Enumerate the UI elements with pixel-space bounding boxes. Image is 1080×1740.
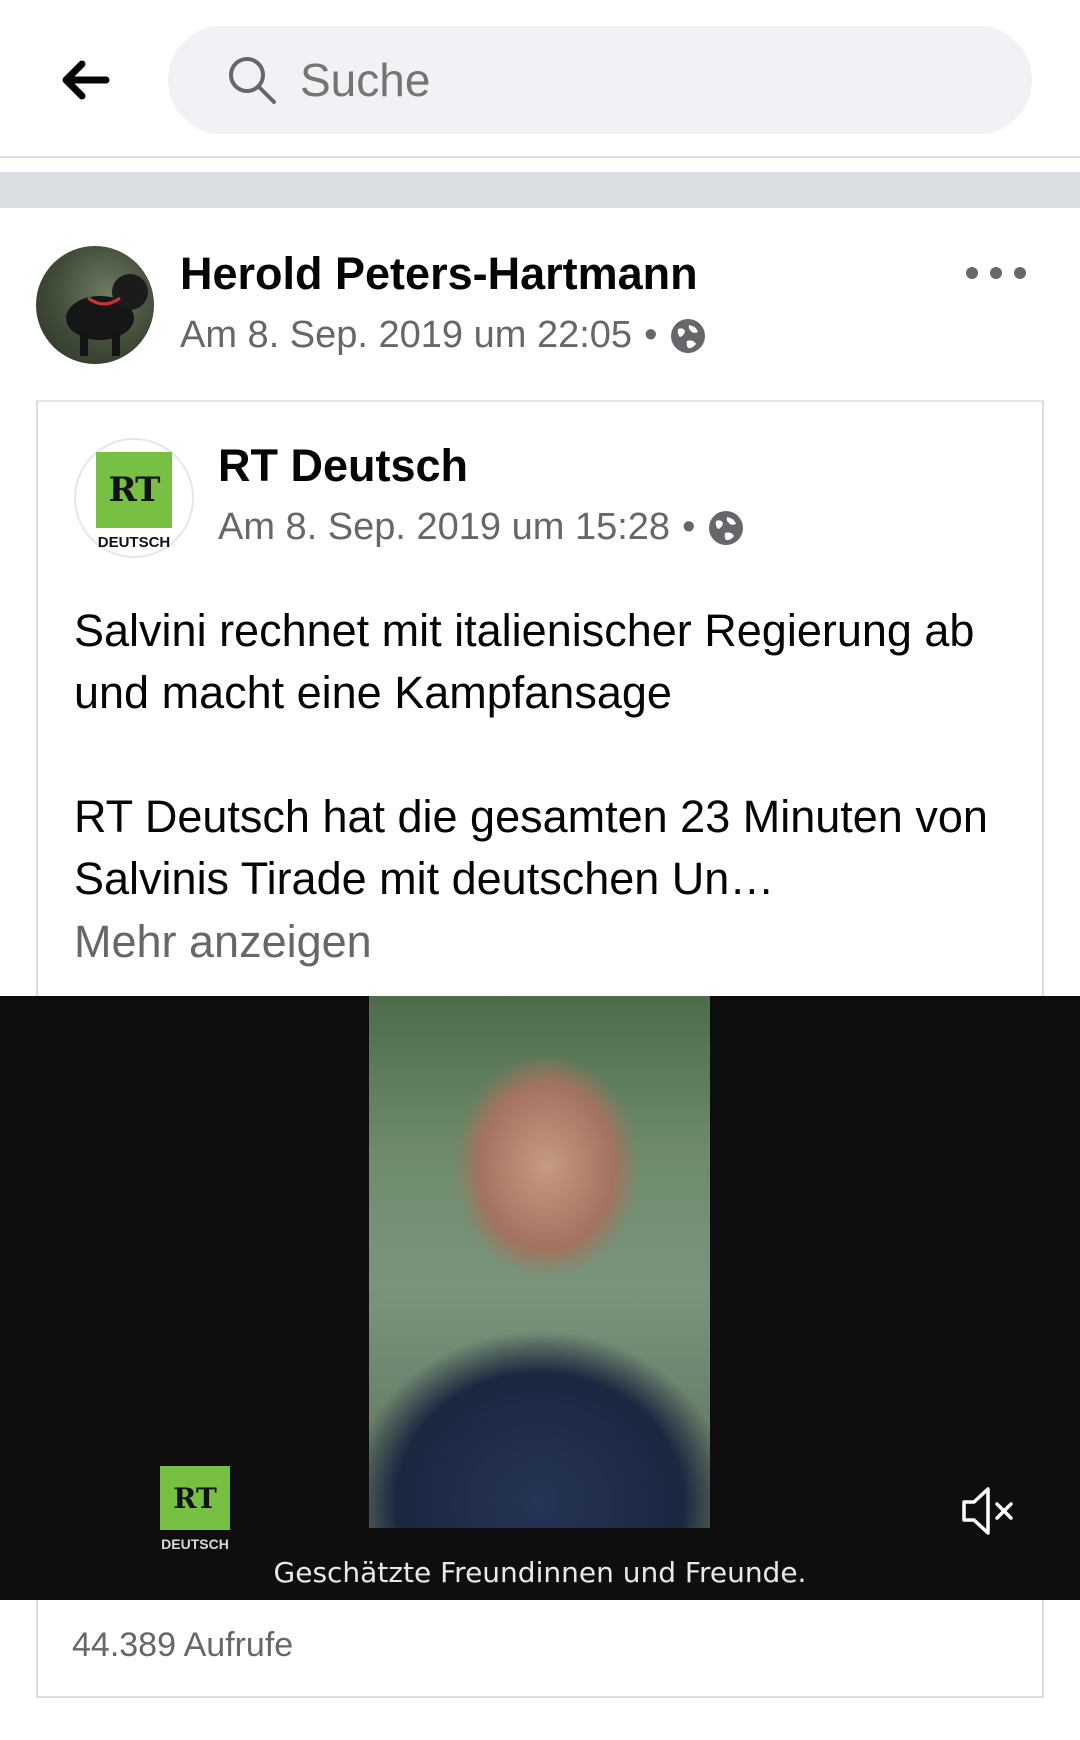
post-meta: Am 8. Sep. 2019 um 22:05 • bbox=[180, 314, 707, 357]
feed-divider bbox=[0, 172, 1080, 208]
rt-logo-sub: DEUTSCH bbox=[97, 533, 171, 551]
search-input[interactable] bbox=[300, 53, 940, 107]
author-name[interactable]: Herold Peters-Hartmann bbox=[180, 248, 698, 300]
post-text-paragraph-1: Salvini rechnet mit italienischer Regier… bbox=[74, 605, 975, 718]
video-subtitle: Geschätzte Freundinnen und Freunde. bbox=[273, 1556, 807, 1589]
video-rt-logo: RT bbox=[160, 1466, 230, 1530]
meta-separator: • bbox=[644, 314, 658, 356]
search-icon bbox=[229, 57, 276, 104]
more-options-icon[interactable] bbox=[966, 258, 1026, 288]
post-timestamp[interactable]: Am 8. Sep. 2019 um 22:05 bbox=[180, 314, 632, 357]
post-text: Salvini rechnet mit italienischer Regier… bbox=[74, 600, 1014, 910]
volume-muted-icon[interactable] bbox=[958, 1480, 1020, 1542]
globe-icon bbox=[709, 510, 744, 545]
shared-timestamp[interactable]: Am 8. Sep. 2019 um 15:28 bbox=[218, 506, 670, 549]
page-name[interactable]: RT Deutsch bbox=[218, 440, 468, 492]
rt-logo: RT bbox=[96, 451, 172, 528]
video-frame bbox=[369, 996, 710, 1528]
dog-photo bbox=[66, 274, 148, 356]
page-avatar[interactable]: RT DEUTSCH bbox=[74, 438, 194, 558]
video-player[interactable]: RT DEUTSCH Geschätzte Freundinnen und Fr… bbox=[0, 996, 1080, 1600]
post-text-paragraph-2: RT Deutsch hat die gesamten 23 Minuten v… bbox=[74, 791, 988, 904]
video-rt-logo-sub: DEUTSCH bbox=[161, 1536, 229, 1552]
meta-separator: • bbox=[682, 506, 696, 548]
video-watermark: RT DEUTSCH bbox=[160, 1466, 230, 1552]
shared-meta: Am 8. Sep. 2019 um 15:28 • bbox=[218, 506, 745, 549]
author-avatar[interactable] bbox=[36, 246, 154, 364]
globe-icon bbox=[671, 318, 706, 353]
back-button[interactable] bbox=[50, 50, 120, 110]
see-more-link[interactable]: Mehr anzeigen bbox=[74, 916, 372, 968]
post-header: Herold Peters-Hartmann Am 8. Sep. 2019 u… bbox=[0, 208, 1080, 398]
back-arrow-icon bbox=[62, 60, 110, 100]
search-bar[interactable] bbox=[168, 26, 1032, 134]
top-bar bbox=[0, 0, 1080, 158]
view-count: 44.389 Aufrufe bbox=[72, 1626, 294, 1664]
